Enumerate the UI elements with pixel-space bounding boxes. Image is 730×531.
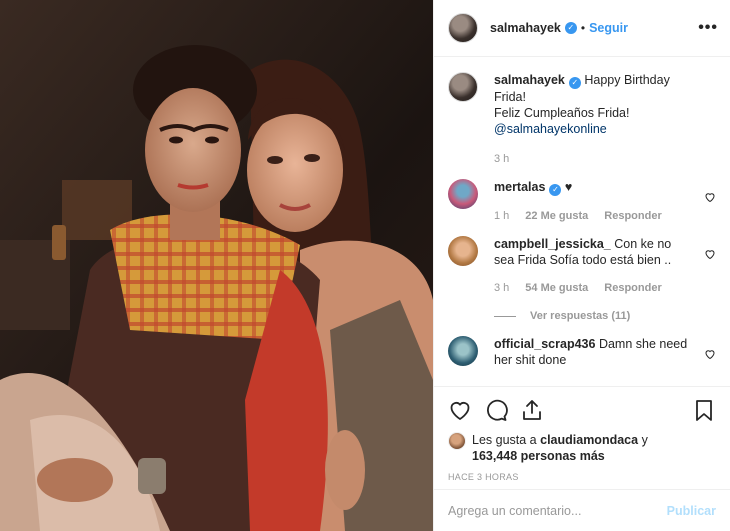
comment-likes[interactable]: 22 Me gusta — [525, 208, 588, 224]
view-replies-label: Ver respuestas (11) — [530, 310, 631, 322]
comment-time[interactable]: 1 h — [494, 208, 509, 224]
avatar[interactable] — [448, 236, 478, 266]
author-username[interactable]: salmahayek — [490, 21, 561, 35]
post-header: salmahayek ✓ • Seguir ••• — [434, 0, 730, 57]
list-item: official_scrap436 Damn she need her shit… — [448, 336, 718, 368]
replies-divider — [494, 315, 516, 317]
comment-time[interactable]: 3 h — [494, 280, 509, 296]
verified-badge-icon: ✓ — [549, 184, 562, 196]
more-options-icon[interactable]: ••• — [698, 19, 718, 37]
comment-icon[interactable] — [484, 398, 508, 422]
comment-username[interactable]: mertalas — [494, 180, 545, 194]
heart-icon[interactable] — [704, 191, 716, 203]
post-sidebar: salmahayek ✓ • Seguir ••• salmahayek ✓ Ha… — [433, 0, 730, 531]
header-separator: • — [580, 21, 586, 35]
comment-username[interactable]: official_scrap436 — [494, 337, 595, 351]
post-photo[interactable] — [0, 0, 433, 531]
list-item: mertalas ✓ ♥ 1 h 22 Me gusta Responder — [448, 179, 718, 224]
verified-badge-icon: ✓ — [568, 77, 581, 89]
avatar[interactable] — [448, 179, 478, 209]
likes-count[interactable]: 163,448 personas más — [472, 449, 605, 463]
avatar[interactable] — [448, 336, 478, 366]
heart-icon[interactable] — [704, 248, 716, 260]
bookmark-icon[interactable] — [692, 398, 716, 422]
share-icon[interactable] — [520, 398, 544, 422]
comment-username[interactable]: campbell_jessicka_ — [494, 237, 611, 251]
avatar[interactable] — [448, 432, 466, 450]
caption-text-line2: Feliz Cumpleaños Frida! — [494, 106, 630, 120]
view-replies-button[interactable]: Ver respuestas (11) — [494, 308, 694, 324]
caption-username[interactable]: salmahayek — [494, 73, 565, 87]
likes-prefix: Les gusta a — [472, 433, 537, 447]
add-comment-bar: Agrega un comentario... Publicar — [434, 489, 730, 531]
post-photo-image — [0, 0, 433, 531]
list-item: campbell_jessicka_ Con ke no sea Frida S… — [448, 236, 718, 324]
caption: salmahayek ✓ Happy Birthday Frida! Feliz … — [448, 72, 718, 167]
likes-joiner: y — [641, 433, 648, 447]
comment-input[interactable]: Agrega un comentario... — [448, 504, 581, 518]
reply-button[interactable]: Responder — [604, 208, 661, 224]
caption-time[interactable]: 3 h — [494, 151, 509, 167]
follow-button[interactable]: Seguir — [589, 21, 628, 35]
reply-button[interactable]: Responder — [604, 280, 661, 296]
comment-text: ♥ — [564, 180, 573, 194]
avatar[interactable] — [448, 72, 478, 102]
instagram-post: salmahayek ✓ • Seguir ••• salmahayek ✓ Ha… — [0, 0, 730, 531]
liker-username[interactable]: claudiamondaca — [540, 433, 638, 447]
avatar[interactable] — [448, 13, 478, 43]
comment-likes[interactable]: 54 Me gusta — [525, 280, 588, 296]
heart-icon[interactable] — [704, 348, 716, 360]
likes-summary[interactable]: Les gusta a claudiamondaca y 163,448 per… — [448, 432, 716, 464]
heart-icon[interactable] — [448, 398, 472, 422]
post-actions: Les gusta a claudiamondaca y 163,448 per… — [434, 386, 730, 482]
publish-button[interactable]: Publicar — [667, 504, 716, 518]
comments-list: salmahayek ✓ Happy Birthday Frida! Feliz … — [448, 72, 718, 368]
caption-mention[interactable]: @salmahayekonline — [494, 122, 607, 136]
verified-badge-icon: ✓ — [564, 22, 577, 34]
post-timestamp[interactable]: HACE 3 HORAS — [448, 472, 716, 482]
